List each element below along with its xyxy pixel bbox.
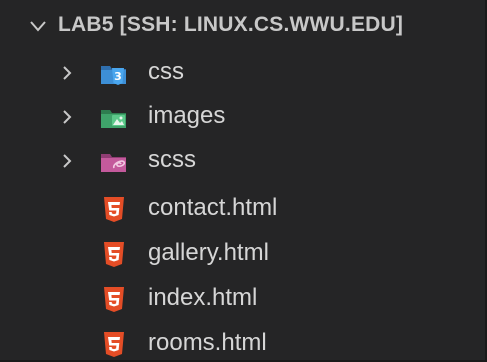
html5-file-icon — [104, 242, 124, 267]
tree-label: images — [148, 102, 226, 129]
tree-label: contact.html — [148, 194, 278, 221]
workspace-title: LAB5 [SSH: LINUX.CS.WWU.EDU] — [58, 13, 404, 36]
chevron-right-icon — [63, 110, 72, 124]
css-folder-icon: 3 — [101, 66, 126, 85]
tree-label: index.html — [148, 284, 258, 311]
html5-file-icon — [104, 287, 124, 312]
tree-label: scss — [148, 146, 196, 173]
tree-label: css — [148, 58, 184, 85]
tree-folder-images[interactable]: images — [0, 96, 487, 140]
sass-folder-icon — [101, 154, 126, 172]
tree-file-contact[interactable]: contact.html — [0, 188, 487, 232]
tree-file-rooms[interactable]: rooms.html — [0, 323, 487, 362]
svg-text:3: 3 — [114, 70, 122, 83]
html5-file-icon — [104, 332, 124, 357]
tree-label: rooms.html — [148, 329, 267, 356]
explorer-panel: LAB5 [SSH: LINUX.CS.WWU.EDU] 3 css image… — [0, 0, 487, 362]
images-folder-icon — [101, 110, 126, 128]
tree-label: gallery.html — [148, 239, 269, 266]
tree-folder-scss[interactable]: scss — [0, 140, 487, 184]
tree-file-gallery[interactable]: gallery.html — [0, 233, 487, 277]
chevron-down-icon — [30, 21, 46, 32]
chevron-right-icon — [63, 154, 72, 168]
tree-file-index[interactable]: index.html — [0, 278, 487, 322]
html5-file-icon — [104, 197, 124, 222]
tree-folder-css[interactable]: 3 css — [0, 52, 487, 96]
chevron-right-icon — [63, 66, 72, 80]
workspace-section-header[interactable]: LAB5 [SSH: LINUX.CS.WWU.EDU] — [0, 0, 487, 56]
